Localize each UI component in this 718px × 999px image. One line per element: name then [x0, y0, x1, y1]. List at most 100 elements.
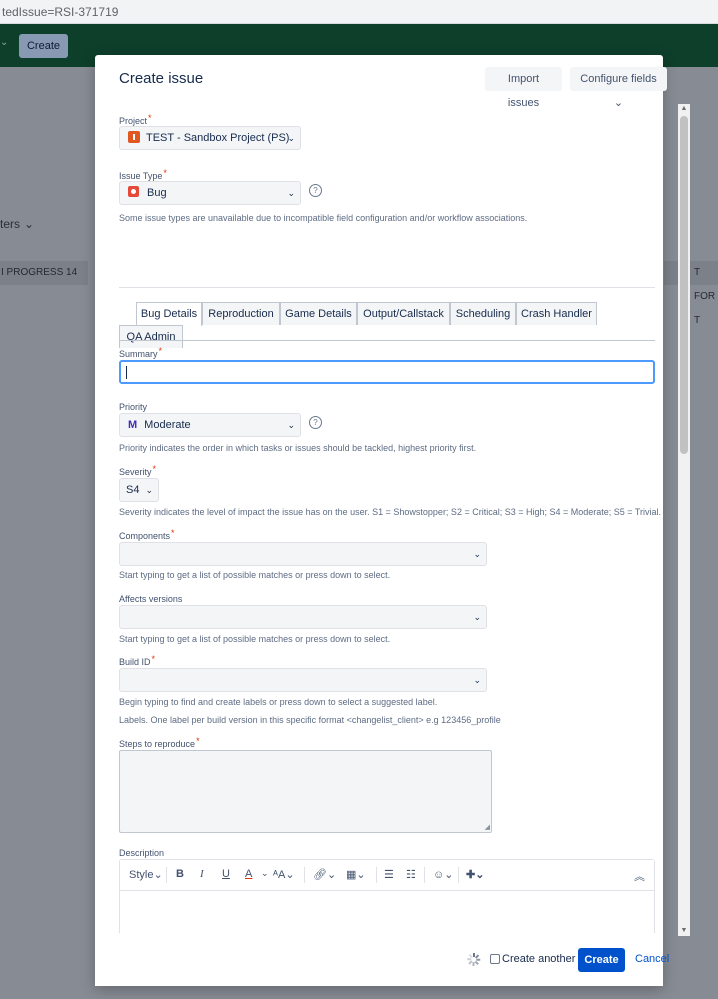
scrollbar-thumb[interactable]	[680, 116, 688, 454]
scroll-up-arrow-icon[interactable]: ▲	[678, 104, 690, 114]
toolbar-separator	[166, 867, 167, 883]
severity-select[interactable]: S4 ⌄	[119, 478, 159, 502]
bug-icon	[128, 186, 139, 197]
text-cursor	[126, 366, 127, 379]
project-icon	[128, 131, 140, 143]
emoji-icon[interactable]: ☺⌄	[433, 868, 453, 881]
tab-qa-admin[interactable]: QA Admin	[119, 325, 183, 348]
description-editor[interactable]: Style⌄ B I U A ⌄ ᴬA⌄ 🔗︎⌄ ▦⌄ ☰ ☷ ☺⌄ ✚⌄ ︽	[119, 859, 655, 933]
import-issues-button[interactable]: Import issues	[485, 67, 562, 109]
issue-type-value: Bug	[147, 187, 167, 199]
cancel-link[interactable]: Cancel	[635, 953, 669, 965]
nav-create-button[interactable]: Create	[19, 34, 68, 58]
divider	[119, 287, 655, 288]
build-id-select[interactable]: ⌄	[119, 668, 487, 692]
board-column-header: I PROGRESS 14	[0, 261, 88, 285]
bullet-list-icon[interactable]: ☰	[384, 868, 394, 881]
required-marker: *	[151, 654, 156, 664]
affects-versions-hint: Start typing to get a list of possible m…	[119, 634, 391, 644]
summary-input[interactable]	[119, 360, 655, 384]
issue-type-label: Issue Type*	[119, 168, 167, 181]
resize-handle-icon[interactable]: ◢	[485, 823, 490, 831]
required-marker: *	[196, 736, 200, 746]
priority-moderate-icon: M	[128, 419, 138, 431]
issue-type-select[interactable]: Bug ⌄	[119, 181, 301, 205]
priority-value: Moderate	[144, 419, 191, 431]
browser-url-bar[interactable]: tedIssue=RSI-371719	[0, 0, 718, 24]
priority-label: Priority	[119, 402, 148, 412]
create-another-label[interactable]: Create another	[502, 953, 575, 965]
dialog-scrollbar[interactable]: ▲ ▼	[678, 104, 690, 936]
text-color-icon[interactable]: A	[245, 868, 252, 880]
project-label: Project*	[119, 113, 152, 126]
components-hint: Start typing to get a list of possible m…	[119, 570, 391, 580]
project-select[interactable]: TEST - Sandbox Project (PS) ⌄	[119, 126, 301, 150]
font-size-icon[interactable]: ᴬA⌄	[273, 868, 295, 881]
issue-type-hint: Some issue types are unavailable due to …	[119, 213, 528, 223]
toolbar-separator	[304, 867, 305, 883]
steps-textarea[interactable]: ◢	[119, 750, 492, 833]
create-button[interactable]: Create	[578, 948, 625, 972]
italic-icon[interactable]: I	[200, 868, 204, 880]
chevron-down-icon: ⌄	[287, 420, 295, 430]
components-label: Components*	[119, 528, 175, 541]
required-marker: *	[171, 528, 175, 538]
toolbar-separator	[424, 867, 425, 883]
priority-hint: Priority indicates the order in which ta…	[119, 443, 477, 453]
create-issue-dialog: Create issue Import issues Configure fie…	[95, 55, 669, 986]
underline-icon[interactable]: U	[222, 868, 230, 880]
chevron-down-icon[interactable]: ⌄	[261, 868, 269, 879]
configure-fields-label: Configure fields	[580, 73, 657, 85]
priority-select[interactable]: M Moderate ⌄	[119, 413, 301, 437]
tabs-underline	[119, 340, 655, 341]
text-style-dropdown[interactable]: Style⌄	[129, 868, 163, 881]
dialog-title: Create issue	[119, 70, 204, 87]
tab-crash-handler[interactable]: Crash Handler	[516, 302, 597, 325]
chevron-down-icon: ⌄	[473, 612, 481, 622]
help-icon[interactable]: ?	[309, 416, 322, 429]
tab-bug-details[interactable]: Bug Details	[136, 302, 202, 326]
configure-fields-button[interactable]: Configure fields ⌄	[570, 67, 667, 109]
required-marker: *	[158, 346, 163, 356]
loading-spinner-icon	[467, 953, 481, 966]
affects-versions-select[interactable]: ⌄	[119, 605, 487, 629]
description-label: Description	[119, 848, 165, 858]
help-icon[interactable]: ?	[309, 184, 322, 197]
collapse-toolbar-icon[interactable]: ︽	[634, 868, 645, 884]
numbered-list-icon[interactable]: ☷	[406, 868, 416, 881]
dialog-content[interactable]: Project* TEST - Sandbox Project (PS) ⌄ I…	[95, 103, 663, 933]
filters-dropdown[interactable]: ters	[0, 217, 34, 231]
summary-label: Summary*	[119, 346, 163, 359]
tab-game-details[interactable]: Game Details	[280, 302, 357, 325]
board-column-header: T FOR T	[664, 261, 718, 326]
url-text: tedIssue=RSI-371719	[2, 5, 119, 19]
dialog-header: Create issue Import issues Configure fie…	[95, 55, 667, 109]
build-id-hint: Begin typing to find and create labels o…	[119, 697, 438, 707]
bold-icon[interactable]: B	[176, 868, 184, 880]
insert-more-icon[interactable]: ✚⌄	[466, 868, 484, 881]
chevron-down-icon: ⌄	[287, 188, 295, 198]
chevron-down-icon: ⌄	[473, 675, 481, 685]
chevron-down-icon: ⌄	[145, 485, 153, 495]
chevron-down-icon[interactable]: ⌄	[0, 37, 8, 48]
components-select[interactable]: ⌄	[119, 542, 487, 566]
tab-output-callstack[interactable]: Output/Callstack	[357, 302, 450, 325]
tab-scheduling[interactable]: Scheduling	[450, 302, 516, 325]
required-marker: *	[148, 113, 152, 123]
dialog-footer: Create another Create Cancel	[95, 933, 669, 986]
chevron-down-icon: ⌄	[473, 549, 481, 559]
project-value: TEST - Sandbox Project (PS)	[146, 132, 290, 144]
build-id-label: Build ID*	[119, 654, 156, 667]
create-another-checkbox[interactable]	[490, 954, 500, 964]
steps-label: Steps to reproduce*	[119, 736, 200, 749]
scroll-down-arrow-icon[interactable]: ▼	[678, 926, 690, 936]
severity-value: S4	[126, 484, 140, 496]
link-icon[interactable]: 🔗︎⌄	[313, 868, 336, 881]
required-marker: *	[163, 168, 167, 178]
tab-reproduction[interactable]: Reproduction	[202, 302, 280, 325]
toolbar-separator	[376, 867, 377, 883]
editor-toolbar: Style⌄ B I U A ⌄ ᴬA⌄ 🔗︎⌄ ▦⌄ ☰ ☷ ☺⌄ ✚⌄ ︽	[120, 860, 654, 891]
attachment-icon[interactable]: ▦⌄	[346, 868, 366, 881]
severity-label: Severity*	[119, 464, 157, 477]
required-marker: *	[152, 464, 157, 474]
